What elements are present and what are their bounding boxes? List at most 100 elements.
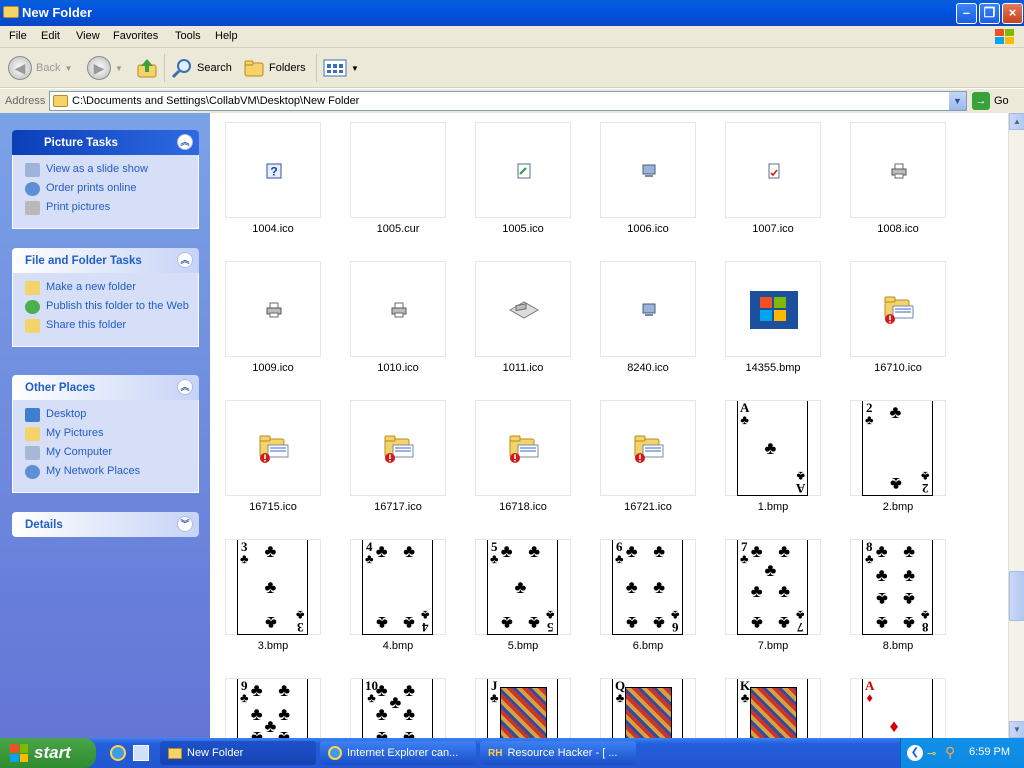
- close-button[interactable]: ×: [1002, 3, 1023, 24]
- file-tile[interactable]: [225, 400, 321, 496]
- file-name[interactable]: 16717.ico: [336, 501, 460, 513]
- file-tile[interactable]: [475, 122, 571, 218]
- collapse-icon[interactable]: ︽: [177, 379, 193, 395]
- file-name[interactable]: 4.bmp: [336, 640, 460, 652]
- file-name[interactable]: 1005.cur: [336, 223, 460, 235]
- file-name[interactable]: 14355.bmp: [711, 362, 835, 374]
- file-tile[interactable]: [350, 261, 446, 357]
- scroll-thumb[interactable]: [1009, 571, 1024, 621]
- search-button[interactable]: Search: [171, 56, 232, 80]
- file-tile[interactable]: [600, 122, 696, 218]
- chevron-down-icon[interactable]: ▼: [949, 92, 966, 110]
- chevron-left-icon[interactable]: ❮: [907, 745, 923, 761]
- file-name[interactable]: 1009.ico: [211, 362, 335, 374]
- file-tile[interactable]: [350, 400, 446, 496]
- file-name[interactable]: 16721.ico: [586, 501, 710, 513]
- taskbar-item-resource-hacker[interactable]: RH Resource Hacker - [ ...: [480, 741, 636, 765]
- file-tile[interactable]: J♣J♣: [475, 678, 571, 738]
- file-tile[interactable]: A ♣ A ♣ ♣: [725, 400, 821, 496]
- file-tile[interactable]: [600, 261, 696, 357]
- file-name[interactable]: 1010.ico: [336, 362, 460, 374]
- scroll-down-icon[interactable]: ▼: [1009, 721, 1024, 738]
- views-button[interactable]: ▼: [323, 56, 359, 80]
- address-field[interactable]: C:\Documents and Settings\CollabVM\Deskt…: [49, 91, 967, 111]
- place-my-network[interactable]: My Network Places: [25, 465, 198, 479]
- file-name[interactable]: 1.bmp: [711, 501, 835, 513]
- title-bar[interactable]: New Folder – ❐ ×: [0, 0, 1024, 26]
- panel-header[interactable]: File and Folder Tasks ︽: [12, 248, 199, 273]
- file-name[interactable]: 16715.ico: [211, 501, 335, 513]
- taskbar-item-internet-explorer[interactable]: Internet Explorer can...: [320, 741, 476, 765]
- file-tile[interactable]: ?: [225, 122, 321, 218]
- start-button[interactable]: start: [0, 738, 96, 768]
- menu-favorites[interactable]: Favorites: [113, 30, 158, 42]
- file-name[interactable]: 1004.ico: [211, 223, 335, 235]
- task-order-prints[interactable]: Order prints online: [25, 182, 198, 196]
- file-name[interactable]: 1011.ico: [461, 362, 585, 374]
- file-tile[interactable]: [600, 400, 696, 496]
- task-publish-web[interactable]: Publish this folder to the Web: [25, 300, 198, 314]
- expand-icon[interactable]: ︾: [177, 516, 193, 532]
- file-tile[interactable]: 8 ♣ 8 ♣ ♣ ♣ ♣ ♣ ♣ ♣ ♣ ♣: [850, 539, 946, 635]
- file-tile[interactable]: [475, 400, 571, 496]
- task-slide-show[interactable]: View as a slide show: [25, 163, 198, 177]
- file-name[interactable]: 1006.ico: [586, 223, 710, 235]
- file-tile[interactable]: [725, 122, 821, 218]
- file-name[interactable]: 16710.ico: [836, 362, 960, 374]
- file-name[interactable]: 8240.ico: [586, 362, 710, 374]
- file-name[interactable]: 2.bmp: [836, 501, 960, 513]
- file-name[interactable]: 1007.ico: [711, 223, 835, 235]
- folders-button[interactable]: Folders: [243, 56, 306, 80]
- file-name[interactable]: 8.bmp: [836, 640, 960, 652]
- file-tile[interactable]: 6 ♣ 6 ♣ ♣ ♣ ♣ ♣ ♣ ♣: [600, 539, 696, 635]
- file-name[interactable]: 6.bmp: [586, 640, 710, 652]
- file-name[interactable]: 1005.ico: [461, 223, 585, 235]
- file-tile[interactable]: 2 ♣ 2 ♣ ♣ ♣: [850, 400, 946, 496]
- file-tile[interactable]: [850, 122, 946, 218]
- file-name[interactable]: 16718.ico: [461, 501, 585, 513]
- show-desktop-icon[interactable]: [133, 745, 149, 761]
- file-name[interactable]: 3.bmp: [211, 640, 335, 652]
- maximize-button[interactable]: ❐: [979, 3, 1000, 24]
- place-my-pictures[interactable]: My Pictures: [25, 427, 198, 441]
- task-print-pictures[interactable]: Print pictures: [25, 201, 198, 215]
- file-tile[interactable]: [850, 261, 946, 357]
- back-button[interactable]: ◀ Back ▼: [8, 56, 72, 80]
- file-tile[interactable]: 3 ♣ 3 ♣ ♣ ♣ ♣: [225, 539, 321, 635]
- file-tile[interactable]: 7 ♣ 7 ♣ ♣ ♣ ♣ ♣ ♣ ♣ ♣: [725, 539, 821, 635]
- menu-edit[interactable]: Edit: [41, 30, 60, 42]
- collapse-icon[interactable]: ︽: [177, 252, 193, 268]
- minimize-button[interactable]: –: [956, 3, 977, 24]
- forward-button[interactable]: ▶ ▼: [87, 56, 123, 80]
- file-tile[interactable]: 5 ♣ 5 ♣ ♣ ♣ ♣ ♣ ♣: [475, 539, 571, 635]
- file-name[interactable]: 7.bmp: [711, 640, 835, 652]
- file-tile[interactable]: A♦A♦♦: [850, 678, 946, 738]
- menu-file[interactable]: File: [9, 30, 27, 42]
- collapse-icon[interactable]: ︽: [177, 134, 193, 150]
- file-tile[interactable]: 4 ♣ 4 ♣ ♣ ♣ ♣ ♣: [350, 539, 446, 635]
- task-share-folder[interactable]: Share this folder: [25, 319, 198, 333]
- file-tile[interactable]: [725, 261, 821, 357]
- internet-explorer-icon[interactable]: [110, 745, 126, 761]
- up-folder-button[interactable]: [136, 56, 158, 80]
- scroll-up-icon[interactable]: ▲: [1009, 113, 1024, 130]
- file-tile[interactable]: K♣K♣: [725, 678, 821, 738]
- panel-header[interactable]: Details ︾: [12, 512, 199, 537]
- file-tile[interactable]: [350, 122, 446, 218]
- menu-tools[interactable]: Tools: [175, 30, 201, 42]
- place-my-computer[interactable]: My Computer: [25, 446, 198, 460]
- search-icon[interactable]: ⚲: [945, 744, 955, 761]
- go-button[interactable]: → Go: [972, 92, 1009, 110]
- panel-header[interactable]: Other Places ︽: [12, 375, 199, 400]
- file-name[interactable]: 5.bmp: [461, 640, 585, 652]
- vertical-scrollbar[interactable]: ▲ ▼: [1008, 113, 1024, 738]
- network-icon[interactable]: ⊸: [927, 747, 936, 760]
- file-tile[interactable]: 10♣10♣♣♣♣♣♣♣♣♣♣♣: [350, 678, 446, 738]
- file-tile[interactable]: 9♣9♣♣♣♣♣♣♣♣♣♣: [225, 678, 321, 738]
- file-tile[interactable]: [225, 261, 321, 357]
- taskbar-item-new-folder[interactable]: New Folder: [160, 741, 316, 765]
- file-tile[interactable]: Q♣Q♣: [600, 678, 696, 738]
- task-new-folder[interactable]: Make a new folder: [25, 281, 198, 295]
- menu-help[interactable]: Help: [215, 30, 238, 42]
- file-name[interactable]: 1008.ico: [836, 223, 960, 235]
